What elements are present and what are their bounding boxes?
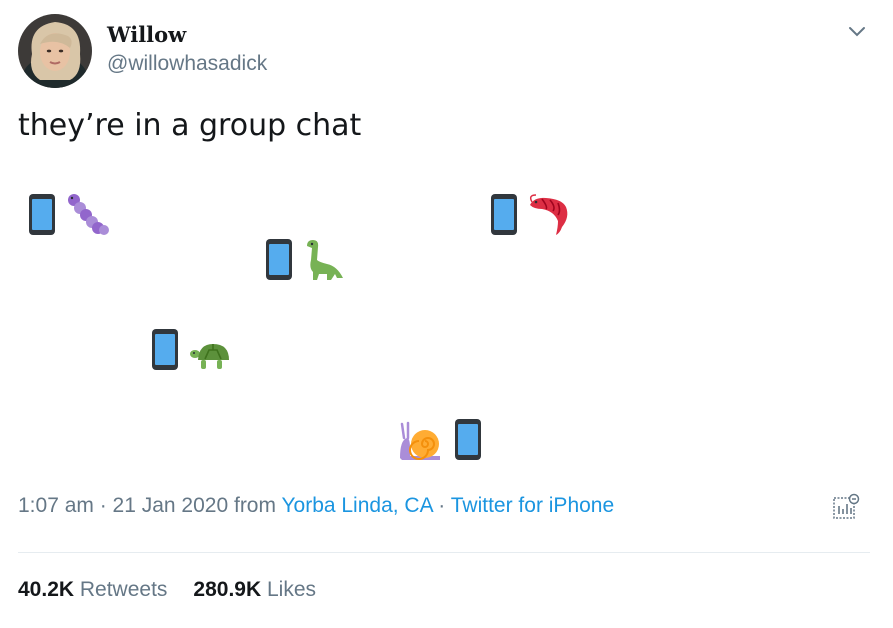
- analytics-icon[interactable]: [831, 492, 861, 522]
- author-display-name[interactable]: Willow: [107, 22, 186, 47]
- tweet-text: they’re in a group chat: [18, 108, 362, 143]
- emoji-group-dinosaur: [265, 238, 349, 282]
- likes-stat[interactable]: 280.9K Likes: [193, 578, 316, 602]
- tweet-source-link[interactable]: Twitter for iPhone: [451, 494, 614, 517]
- caterpillar-icon: [68, 194, 109, 235]
- author-handle[interactable]: @willowhasadick: [107, 52, 267, 76]
- retweets-stat[interactable]: 40.2K Retweets: [18, 578, 167, 602]
- tweet-timestamp[interactable]: 1:07 am · 21 Jan 2020 from: [18, 494, 281, 517]
- mobile-phone-icon: [29, 194, 55, 235]
- dinosaur-icon: [307, 240, 343, 280]
- mobile-phone-icon: [152, 329, 178, 370]
- emoji-group-snail: [398, 418, 482, 462]
- snail-icon: [400, 421, 440, 460]
- emoji-group-shrimp: [490, 193, 574, 237]
- divider: [18, 552, 870, 553]
- likes-count: 280.9K: [193, 578, 262, 601]
- emoji-group-caterpillar: [28, 193, 112, 237]
- avatar-photo: [18, 14, 92, 88]
- retweets-count: 40.2K: [18, 578, 75, 601]
- mobile-phone-icon: [455, 419, 481, 460]
- tweet-location-link[interactable]: Yorba Linda, CA: [281, 494, 432, 517]
- retweets-label: Retweets: [74, 578, 168, 601]
- turtle-icon: [190, 344, 229, 369]
- mobile-phone-icon: [491, 194, 517, 235]
- shrimp-icon: [529, 194, 568, 235]
- meta-separator: ·: [432, 494, 451, 517]
- emoji-group-turtle: [151, 328, 235, 372]
- tweet-stats: 40.2K Retweets 280.9K Likes: [18, 578, 316, 602]
- avatar[interactable]: [18, 14, 92, 88]
- mobile-phone-icon: [266, 239, 292, 280]
- chevron-down-icon[interactable]: [843, 20, 871, 44]
- tweet-meta: 1:07 am · 21 Jan 2020 from Yorba Linda, …: [18, 494, 614, 518]
- likes-label: Likes: [261, 578, 316, 601]
